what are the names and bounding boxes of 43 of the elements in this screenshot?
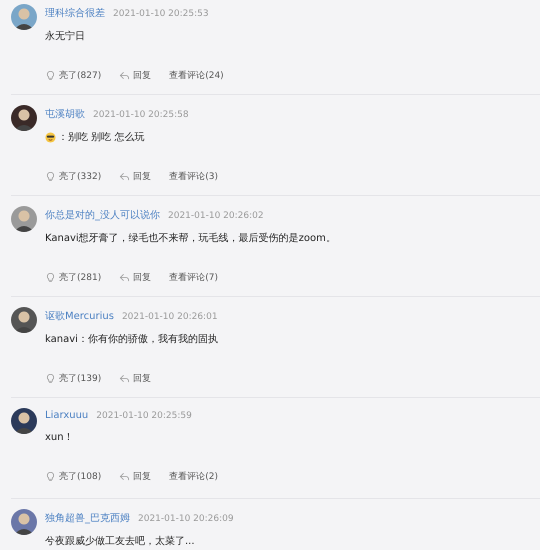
comment-text: kanavi：你有你的骄傲，我有我的固执 bbox=[45, 332, 218, 346]
timestamp: 2021-01-10 20:26:01 bbox=[122, 312, 218, 322]
comment-text: Kanavi想牙膏了，绿毛也不来帮，玩毛线，最后受伤的是zoom。 bbox=[45, 232, 336, 245]
reply-button[interactable]: 回复 bbox=[119, 170, 152, 183]
reply-icon bbox=[119, 272, 130, 283]
username-link[interactable]: 理科综合很差 bbox=[45, 6, 105, 20]
view-comments-link[interactable]: 查看评论(7) bbox=[169, 271, 218, 284]
username-link[interactable]: 你总是对的_没人可以说你 bbox=[45, 208, 160, 222]
like-button[interactable]: 亮了(827) bbox=[45, 69, 102, 82]
emoji-icon bbox=[45, 132, 56, 142]
reply-icon bbox=[119, 471, 130, 482]
timestamp: 2021-01-10 20:25:59 bbox=[96, 411, 192, 421]
comment-text: xun！ bbox=[45, 431, 74, 444]
reply-icon bbox=[119, 171, 130, 182]
comment-text: ：别吃 别吃 怎么玩 bbox=[58, 131, 144, 144]
reply-button[interactable]: 回复 bbox=[119, 69, 152, 82]
view-comments-link[interactable]: 查看评论(24) bbox=[169, 69, 224, 82]
like-button[interactable]: 亮了(108) bbox=[45, 470, 102, 483]
lightbulb-icon bbox=[45, 471, 56, 482]
comment-text: 兮夜跟威少做工友去吧，太菜了... bbox=[45, 534, 195, 548]
timestamp: 2021-01-10 20:26:09 bbox=[138, 514, 234, 524]
reply-button[interactable]: 回复 bbox=[119, 372, 152, 385]
username-link[interactable]: Liarxuuu bbox=[45, 410, 88, 421]
comment-text: 永无宁日 bbox=[45, 30, 85, 43]
reply-icon bbox=[119, 373, 130, 384]
username-link[interactable]: 屯溪胡歌 bbox=[45, 107, 85, 121]
timestamp: 2021-01-10 20:26:02 bbox=[168, 211, 264, 221]
lightbulb-icon bbox=[45, 171, 56, 182]
timestamp: 2021-01-10 20:25:58 bbox=[93, 110, 189, 120]
reply-button[interactable]: 回复 bbox=[119, 470, 152, 483]
like-button[interactable]: 亮了(281) bbox=[45, 271, 102, 284]
reply-icon bbox=[119, 70, 130, 81]
view-comments-link[interactable]: 查看评论(3) bbox=[169, 170, 218, 183]
lightbulb-icon bbox=[45, 70, 56, 81]
reply-button[interactable]: 回复 bbox=[119, 271, 152, 284]
lightbulb-icon bbox=[45, 272, 56, 283]
username-link[interactable]: 独角超兽_巴克西姆 bbox=[45, 511, 130, 525]
timestamp: 2021-01-10 20:25:53 bbox=[113, 9, 209, 19]
view-comments-link[interactable]: 查看评论(2) bbox=[169, 470, 218, 483]
username-link[interactable]: 讴歌Mercurius bbox=[45, 309, 114, 323]
lightbulb-icon bbox=[45, 373, 56, 384]
like-button[interactable]: 亮了(139) bbox=[45, 372, 102, 385]
like-button[interactable]: 亮了(332) bbox=[45, 170, 102, 183]
